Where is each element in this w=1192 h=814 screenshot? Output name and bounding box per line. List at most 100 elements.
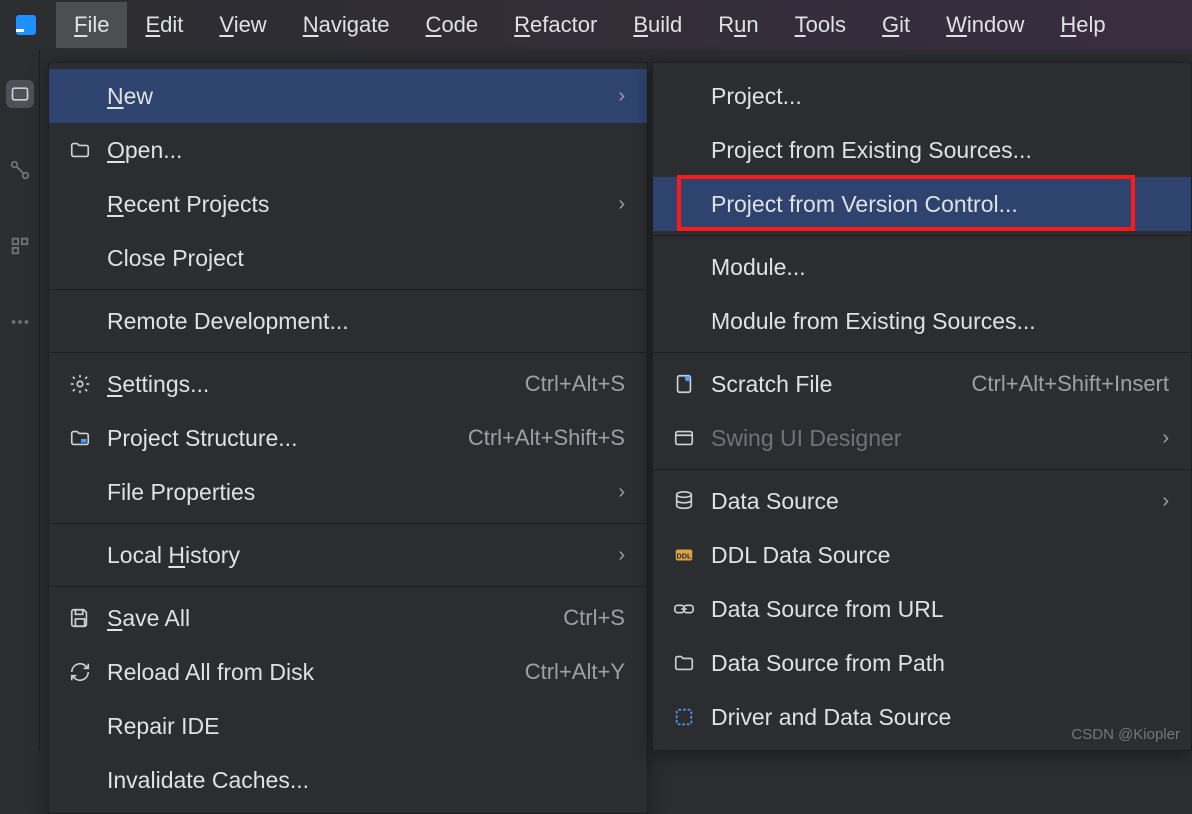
new-menu-module[interactable]: Module... — [653, 240, 1191, 294]
menu-refactor[interactable]: Refactor — [496, 2, 615, 48]
file-menu-separator — [49, 289, 647, 290]
shortcut-label: Ctrl+Alt+Shift+S — [468, 425, 625, 451]
menu-item-label: Project Structure... — [107, 425, 468, 452]
file-menu-dropdown: New›Open...Recent Projects›Close Project… — [48, 62, 648, 814]
menu-item-label: Project from Version Control... — [711, 191, 1169, 218]
new-menu-separator — [653, 235, 1191, 236]
reload-icon — [67, 659, 93, 685]
menu-item-label: Reload All from Disk — [107, 659, 525, 686]
file-menu-project-structure[interactable]: Project Structure...Ctrl+Alt+Shift+S — [49, 411, 647, 465]
new-menu-project-from-version-control[interactable]: Project from Version Control... — [653, 177, 1191, 231]
menu-file[interactable]: File — [56, 2, 127, 48]
new-menu-ddl-data-source[interactable]: DDL DDL Data Source — [653, 528, 1191, 582]
menu-edit[interactable]: Edit — [127, 2, 201, 48]
menu-build[interactable]: Build — [615, 2, 700, 48]
menu-item-label: Remote Development... — [107, 308, 625, 335]
file-menu-reload-all-from-disk[interactable]: Reload All from DiskCtrl+Alt+Y — [49, 645, 647, 699]
file-menu-recent-projects[interactable]: Recent Projects› — [49, 177, 647, 231]
menu-item-label: Save All — [107, 605, 563, 632]
menu-item-label: Data Source from Path — [711, 650, 1169, 677]
chevron-right-icon: › — [618, 544, 625, 567]
menu-run[interactable]: Run — [700, 2, 776, 48]
menu-item-label: New — [107, 83, 618, 110]
gear-icon — [67, 371, 93, 397]
chevron-right-icon: › — [618, 85, 625, 108]
file-menu-local-history[interactable]: Local History› — [49, 528, 647, 582]
chevron-right-icon: › — [1162, 490, 1169, 513]
menu-item-label: Module... — [711, 254, 1169, 281]
menu-item-label: Settings... — [107, 371, 525, 398]
menu-item-label: Local History — [107, 542, 618, 569]
menu-item-label: Project... — [711, 83, 1169, 110]
menubar: FileEditViewNavigateCodeRefactorBuildRun… — [0, 0, 1192, 50]
menu-item-label: File Properties — [107, 479, 618, 506]
file-menu-close-project[interactable]: Close Project — [49, 231, 647, 285]
sidebar-bookmarks-icon[interactable] — [6, 232, 34, 260]
shortcut-label: Ctrl+Alt+Y — [525, 659, 625, 685]
new-submenu-dropdown: Project... Project from Existing Sources.… — [652, 62, 1192, 751]
menu-item-label: Data Source — [711, 488, 1162, 515]
new-menu-separator — [653, 469, 1191, 470]
new-menu-project[interactable]: Project... — [653, 69, 1191, 123]
menu-item-label: Swing UI Designer — [711, 425, 1162, 452]
driver-icon — [671, 704, 697, 730]
ddl-icon: DDL — [671, 542, 697, 568]
chevron-right-icon: › — [618, 481, 625, 504]
url-icon — [671, 596, 697, 622]
file-menu-invalidate-caches[interactable]: Invalidate Caches... — [49, 753, 647, 807]
folder-icon — [67, 137, 93, 163]
file-menu-new[interactable]: New› — [49, 69, 647, 123]
file-menu-repair-ide[interactable]: Repair IDE — [49, 699, 647, 753]
menu-navigate[interactable]: Navigate — [285, 2, 408, 48]
menu-help[interactable]: Help — [1042, 2, 1123, 48]
menu-code[interactable]: Code — [408, 2, 497, 48]
chevron-right-icon: › — [1162, 427, 1169, 450]
menu-item-label: Close Project — [107, 245, 625, 272]
save-icon — [67, 605, 93, 631]
sidebar-project-icon[interactable] — [6, 80, 34, 108]
file-menu-save-all[interactable]: Save AllCtrl+S — [49, 591, 647, 645]
project-structure-icon — [67, 425, 93, 451]
app-icon — [12, 11, 40, 39]
new-menu-swing-ui-designer[interactable]: Swing UI Designer› — [653, 411, 1191, 465]
folder-icon — [671, 650, 697, 676]
svg-text:DDL: DDL — [676, 552, 692, 561]
file-menu-separator — [49, 352, 647, 353]
new-menu-data-source-from-path[interactable]: Data Source from Path — [653, 636, 1191, 690]
new-menu-scratch-file[interactable]: Scratch FileCtrl+Alt+Shift+Insert — [653, 357, 1191, 411]
file-menu-remote-development[interactable]: Remote Development... — [49, 294, 647, 348]
menu-tools[interactable]: Tools — [777, 2, 864, 48]
menu-window[interactable]: Window — [928, 2, 1042, 48]
new-menu-data-source[interactable]: Data Source› — [653, 474, 1191, 528]
new-menu-data-source-from-url[interactable]: Data Source from URL — [653, 582, 1191, 636]
new-menu-project-from-existing-sources[interactable]: Project from Existing Sources... — [653, 123, 1191, 177]
shortcut-label: Ctrl+S — [563, 605, 625, 631]
menu-item-label: DDL Data Source — [711, 542, 1169, 569]
sidebar — [0, 50, 40, 751]
window-icon — [671, 425, 697, 451]
menu-git[interactable]: Git — [864, 2, 928, 48]
menu-item-label: Recent Projects — [107, 191, 618, 218]
menu-item-label: Open... — [107, 137, 625, 164]
database-icon — [671, 488, 697, 514]
file-menu-separator — [49, 523, 647, 524]
shortcut-label: Ctrl+Alt+Shift+Insert — [972, 371, 1169, 397]
watermark: CSDN @Kiopler — [1071, 726, 1180, 743]
new-menu-separator — [653, 352, 1191, 353]
menu-item-label: Scratch File — [711, 371, 972, 398]
file-menu-file-properties[interactable]: File Properties› — [49, 465, 647, 519]
sidebar-structure-icon[interactable] — [6, 156, 34, 184]
file-menu-open[interactable]: Open... — [49, 123, 647, 177]
shortcut-label: Ctrl+Alt+S — [525, 371, 625, 397]
menu-item-label: Data Source from URL — [711, 596, 1169, 623]
file-menu-settings[interactable]: Settings...Ctrl+Alt+S — [49, 357, 647, 411]
menu-item-label: Module from Existing Sources... — [711, 308, 1169, 335]
menu-item-label: Repair IDE — [107, 713, 625, 740]
scratch-icon — [671, 371, 697, 397]
menu-item-label: Project from Existing Sources... — [711, 137, 1169, 164]
menu-view[interactable]: View — [201, 2, 284, 48]
chevron-right-icon: › — [618, 193, 625, 216]
new-menu-module-from-existing-sources[interactable]: Module from Existing Sources... — [653, 294, 1191, 348]
sidebar-more-icon[interactable] — [6, 308, 34, 336]
file-menu-separator — [49, 586, 647, 587]
